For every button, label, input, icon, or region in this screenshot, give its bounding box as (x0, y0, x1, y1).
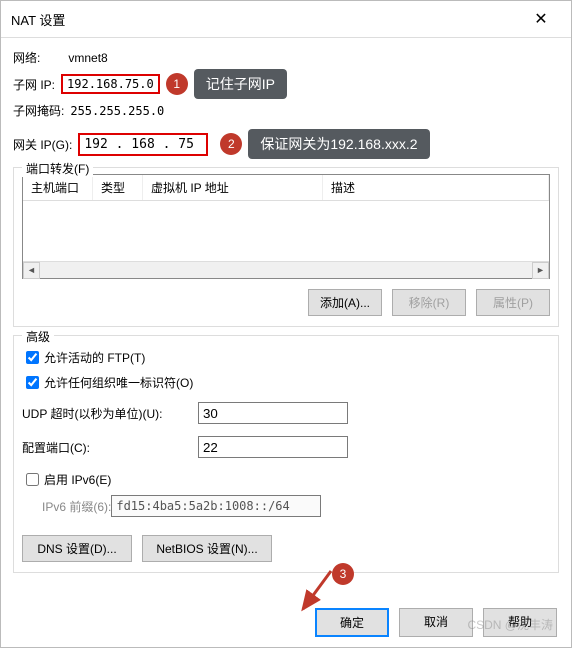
ipv6-checkbox-label: 启用 IPv6(E) (44, 471, 111, 488)
subnet-ip-value: 192.168.75.0 (61, 74, 160, 94)
network-value: vmnet8 (68, 51, 107, 65)
ipv6-prefix-label: IPv6 前缀(6): (42, 498, 111, 515)
ftp-checkbox-label: 允许活动的 FTP(T) (44, 349, 145, 366)
port-forward-legend: 端口转发(F) (22, 160, 93, 177)
col-desc[interactable]: 描述 (323, 175, 549, 200)
subnet-mask-label: 子网掩码: (13, 102, 64, 119)
gateway-label: 网关 IP(G): (13, 136, 72, 153)
ftp-checkbox-input[interactable] (26, 351, 39, 364)
oui-checkbox-label: 允许任何组织唯一标识符(O) (44, 374, 193, 391)
allow-any-oui-checkbox[interactable]: 允许任何组织唯一标识符(O) (22, 373, 550, 392)
port-forward-group: 端口转发(F) 主机端口 类型 虚拟机 IP 地址 描述 ◄ ► 添加(A)..… (13, 167, 559, 327)
annotation-badge-2: 2 (220, 133, 242, 155)
config-port-input[interactable] (198, 436, 348, 458)
scroll-right-icon[interactable]: ► (532, 262, 549, 279)
remove-button: 移除(R) (392, 289, 466, 316)
allow-active-ftp-checkbox[interactable]: 允许活动的 FTP(T) (22, 348, 550, 367)
annotation-callout-1: 记住子网IP (194, 69, 287, 99)
udp-timeout-input[interactable] (198, 402, 348, 424)
scroll-left-icon[interactable]: ◄ (23, 262, 40, 279)
advanced-legend: 高级 (22, 328, 54, 345)
ipv6-checkbox-input[interactable] (26, 473, 39, 486)
udp-timeout-label: UDP 超时(以秒为单位)(U): (22, 405, 192, 422)
add-button[interactable]: 添加(A)... (308, 289, 382, 316)
cancel-button[interactable]: 取消 (399, 608, 473, 637)
horizontal-scrollbar[interactable]: ◄ ► (23, 261, 549, 278)
dialog-title: NAT 设置 (11, 10, 65, 29)
help-button[interactable]: 帮助 (483, 608, 557, 637)
oui-checkbox-input[interactable] (26, 376, 39, 389)
subnet-mask-value: 255.255.255.0 (70, 104, 164, 118)
properties-button: 属性(P) (476, 289, 550, 316)
dns-settings-button[interactable]: DNS 设置(D)... (22, 535, 132, 562)
close-icon[interactable]: ✕ (521, 7, 561, 31)
col-type[interactable]: 类型 (93, 175, 143, 200)
netbios-settings-button[interactable]: NetBIOS 设置(N)... (142, 535, 272, 562)
gateway-input[interactable] (78, 133, 208, 156)
annotation-badge-3: 3 (332, 563, 354, 585)
ipv6-prefix-input (111, 495, 321, 517)
ok-button[interactable]: 确定 (315, 608, 389, 637)
enable-ipv6-checkbox[interactable]: 启用 IPv6(E) (22, 470, 550, 489)
port-forward-table[interactable]: 主机端口 类型 虚拟机 IP 地址 描述 ◄ ► (22, 174, 550, 279)
network-label: 网络: (13, 49, 40, 66)
col-vm-ip[interactable]: 虚拟机 IP 地址 (143, 175, 323, 200)
config-port-label: 配置端口(C): (22, 439, 192, 456)
col-host-port[interactable]: 主机端口 (23, 175, 93, 200)
annotation-badge-1: 1 (166, 73, 188, 95)
advanced-group: 高级 允许活动的 FTP(T) 允许任何组织唯一标识符(O) UDP 超时(以秒… (13, 335, 559, 573)
subnet-ip-label: 子网 IP: (13, 76, 55, 93)
annotation-callout-2: 保证网关为192.168.xxx.2 (248, 129, 429, 159)
